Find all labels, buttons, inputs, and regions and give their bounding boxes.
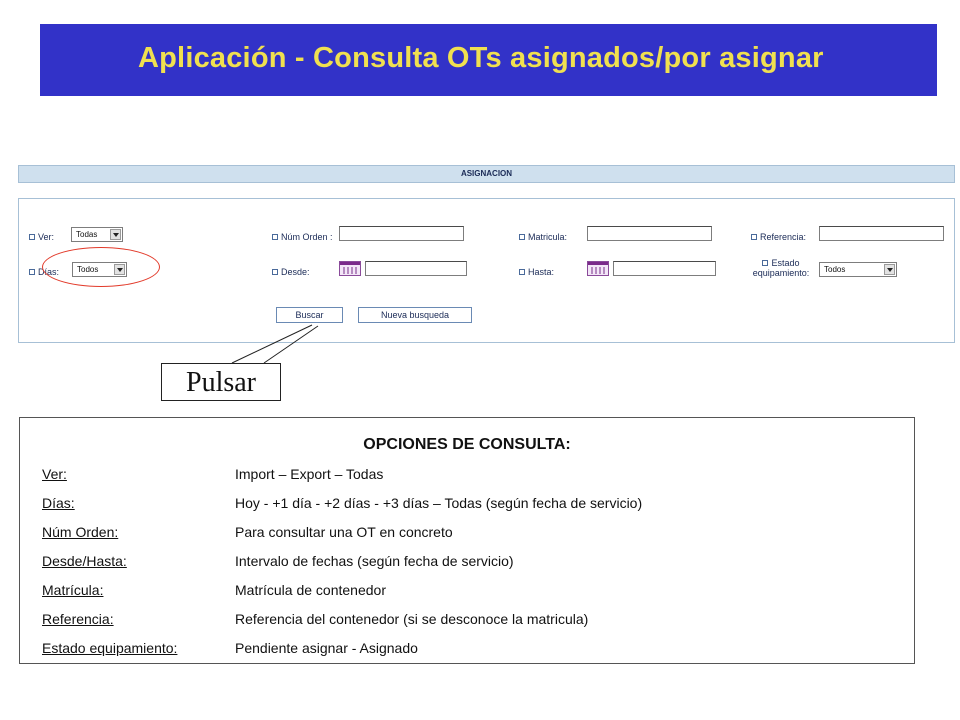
chevron-down-icon[interactable] — [110, 229, 121, 240]
option-key: Matrícula: — [42, 582, 104, 598]
option-row-ver: Ver: Import – Export – Todas — [42, 466, 902, 484]
ver-select-value: Todas — [76, 230, 98, 239]
query-options-box: OPCIONES DE CONSULTA: Ver: Import – Expo… — [19, 417, 915, 664]
options-title: OPCIONES DE CONSULTA: — [363, 436, 571, 453]
matricula-input[interactable] — [587, 226, 712, 241]
option-row-dias: Días: Hoy - +1 día - +2 días - +3 días –… — [42, 495, 902, 513]
dias-highlight-ring — [42, 247, 160, 287]
referencia-label: Referencia: — [751, 232, 806, 242]
option-row-desde-hasta: Desde/Hasta: Intervalo de fechas (según … — [42, 553, 902, 571]
nueva-busqueda-button[interactable]: Nueva busqueda — [358, 307, 472, 323]
num-orden-input[interactable] — [339, 226, 464, 241]
estado-select-value: Todos — [824, 265, 846, 274]
callout-text: Pulsar — [186, 367, 256, 398]
option-value: Import – Export – Todas — [235, 466, 384, 482]
chevron-down-icon[interactable] — [884, 264, 895, 275]
bullet-icon — [272, 268, 278, 275]
bullet-icon — [272, 233, 278, 240]
option-row-num-orden: Núm Orden: Para consultar una OT en conc… — [42, 524, 902, 542]
option-row-matricula: Matrícula: Matrícula de contenedor — [42, 582, 902, 600]
hasta-label: Hasta: — [519, 267, 554, 277]
section-title: ASIGNACION — [460, 169, 513, 178]
ver-label: Ver: — [29, 232, 54, 242]
bullet-icon — [29, 268, 35, 275]
page-title: Aplicación - Consulta OTs asignados/por … — [138, 42, 824, 74]
desde-label: Desde: — [272, 267, 310, 277]
desde-input[interactable] — [365, 261, 467, 276]
title-banner: Aplicación - Consulta OTs asignados/por … — [40, 24, 937, 96]
bullet-icon — [29, 233, 35, 240]
option-row-referencia: Referencia: Referencia del contenedor (s… — [42, 611, 902, 629]
calendar-icon[interactable] — [339, 261, 361, 276]
bullet-icon — [519, 268, 525, 275]
option-key: Días: — [42, 495, 75, 511]
referencia-input[interactable] — [819, 226, 944, 241]
estado-equipamiento-label: Estado equipamiento: — [752, 258, 810, 278]
bullet-icon — [762, 260, 769, 266]
asignacion-section-header: ASIGNACION — [18, 165, 955, 183]
bullet-icon — [751, 233, 757, 240]
option-value: Matrícula de contenedor — [235, 582, 386, 598]
option-value: Hoy - +1 día - +2 días - +3 días – Todas… — [235, 495, 643, 511]
option-value: Para consultar una OT en concreto — [235, 524, 453, 540]
hasta-input[interactable] — [613, 261, 716, 276]
estado-equipamiento-select[interactable]: Todos — [819, 262, 897, 277]
option-value: Pendiente asignar - Asignado — [235, 640, 418, 656]
option-key: Ver: — [42, 466, 67, 482]
option-value: Referencia del contenedor (si se descono… — [235, 611, 589, 627]
option-key: Núm Orden: — [42, 524, 119, 540]
option-key: Referencia: — [42, 611, 114, 627]
pulsar-callout: Pulsar — [161, 363, 281, 401]
option-key: Desde/Hasta: — [42, 553, 127, 569]
num-orden-label: Núm Orden : — [272, 232, 333, 242]
ver-select[interactable]: Todas — [71, 227, 123, 242]
option-key: Estado equipamiento: — [42, 640, 178, 656]
option-value: Intervalo de fechas (según fecha de serv… — [235, 553, 514, 569]
calendar-icon[interactable] — [587, 261, 609, 276]
option-row-estado-equipamiento: Estado equipamiento: Pendiente asignar -… — [42, 640, 902, 658]
bullet-icon — [519, 233, 525, 240]
buscar-button[interactable]: Buscar — [276, 307, 343, 323]
matricula-label: Matricula: — [519, 232, 567, 242]
